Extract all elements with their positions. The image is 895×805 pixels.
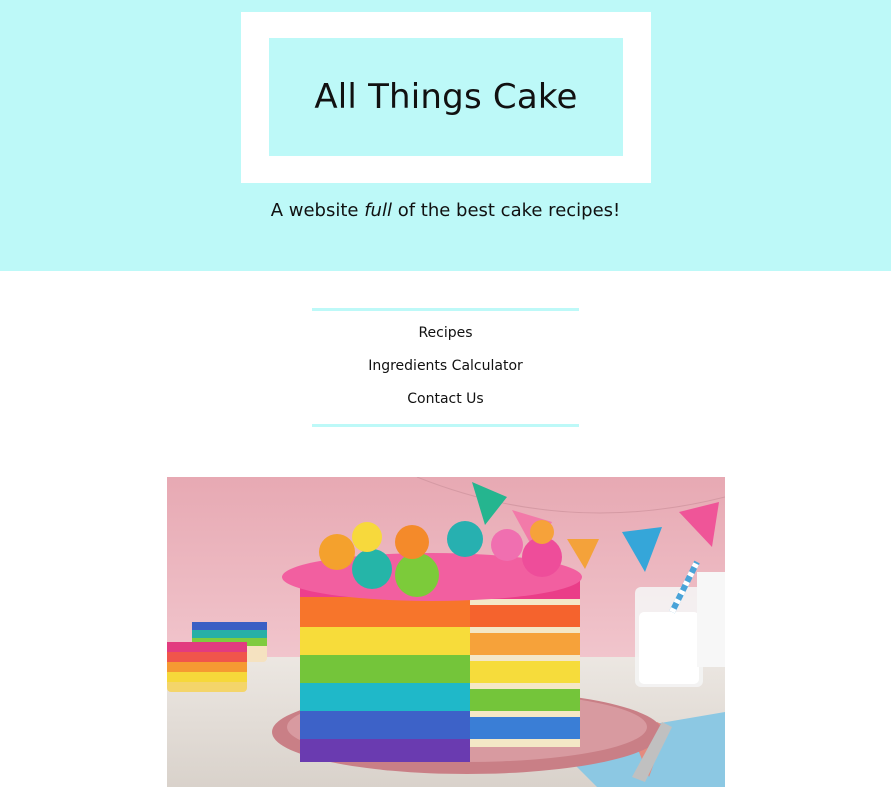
hero-cake-image <box>167 477 725 787</box>
tagline: A website full of the best cake recipes! <box>0 200 891 221</box>
title-frame: All Things Cake <box>241 12 651 183</box>
nav-divider-top <box>312 308 579 311</box>
title-box: All Things Cake <box>269 38 623 156</box>
tagline-text: A website <box>270 200 365 221</box>
tagline-text-end: of the best cake recipes! <box>391 200 621 221</box>
nav-link-recipes[interactable]: Recipes <box>312 325 579 341</box>
rainbow-cake-illustration <box>167 477 725 787</box>
tagline-emphasis: full <box>364 200 392 221</box>
site-header: All Things Cake A website full of the be… <box>0 0 891 271</box>
nav-divider-bottom <box>312 424 579 427</box>
nav-link-ingredients-calculator[interactable]: Ingredients Calculator <box>312 358 579 374</box>
site-title: All Things Cake <box>314 77 578 117</box>
nav-link-contact-us[interactable]: Contact Us <box>312 391 579 407</box>
